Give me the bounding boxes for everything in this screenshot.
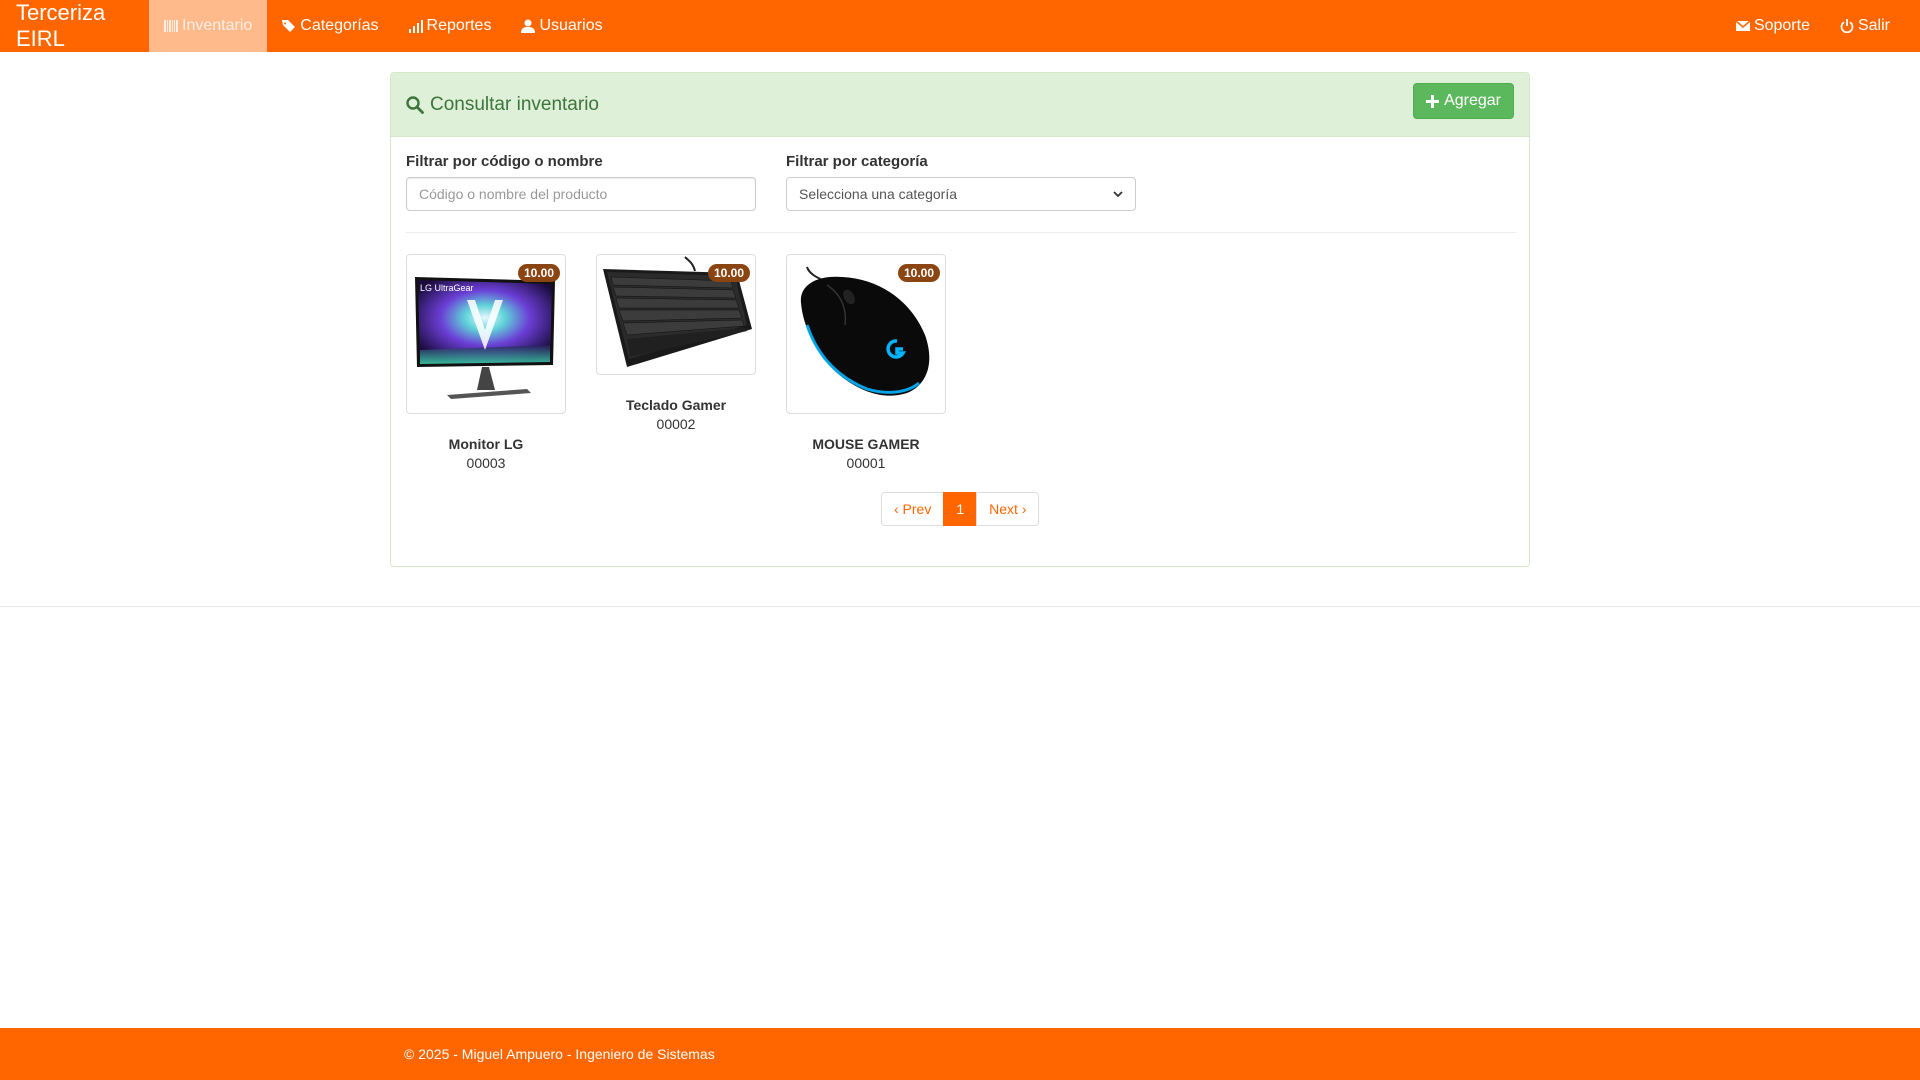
price-badge: 10.00 <box>897 264 940 282</box>
nav-item-label: Salir <box>1857 17 1890 34</box>
pagination-page-1[interactable]: 1 <box>943 492 978 526</box>
product-code: 00001 <box>846 455 886 471</box>
nav-item-label: Usuarios <box>539 17 603 34</box>
code-filter-label: Filtrar por código o nombre <box>406 153 603 170</box>
footer-text: © 2025 - Miguel Ampuero - Ingeniero de S… <box>404 1046 715 1062</box>
divider <box>406 232 1516 233</box>
price-badge: 10.00 <box>707 264 750 282</box>
product-code: 00003 <box>466 455 506 471</box>
panel-title-text: Consultar inventario <box>430 93 599 115</box>
nav-item-soporte[interactable]: Soporte <box>1721 0 1825 52</box>
navbar-right: Soporte Salir <box>1721 0 1920 52</box>
product-name: Monitor LG <box>448 436 524 452</box>
panel-title: Consultar inventario <box>406 94 599 116</box>
nav-item-reportes[interactable]: Reportes <box>394 0 507 52</box>
nav-item-salir[interactable]: Salir <box>1825 0 1920 52</box>
code-search-input[interactable] <box>406 177 756 211</box>
inventory-panel: Consultar inventario Agregar Filtrar por… <box>390 72 1530 567</box>
search-icon <box>406 95 424 114</box>
user-icon <box>521 19 536 33</box>
category-filter-label: Filtrar por categoría <box>786 153 928 170</box>
product-thumbnail[interactable]: LG UltraGear 10.00 <box>406 254 566 414</box>
nav-item-usuarios[interactable]: Usuarios <box>506 0 617 52</box>
nav-item-label: Inventario <box>182 17 253 34</box>
nav-item-categorias[interactable]: Categorías <box>267 0 393 52</box>
nav-item-inventario[interactable]: Inventario <box>149 0 268 52</box>
signal-icon <box>408 20 423 33</box>
barcode-icon <box>164 20 178 32</box>
price-badge: 10.00 <box>517 264 560 282</box>
product-card[interactable]: LG UltraGear 10.00 Monitor LG 00003 <box>406 254 566 471</box>
category-select[interactable]: Selecciona una categoría <box>786 177 1136 211</box>
top-navbar: Terceriza EIRL Inventario Categorías Rep… <box>0 0 1920 52</box>
pagination: ‹ Prev 1 Next › <box>881 492 1040 526</box>
product-name: MOUSE GAMER <box>812 436 920 452</box>
category-filter-group: Filtrar por categoría Selecciona una cat… <box>786 153 1136 211</box>
panel-heading: Consultar inventario Agregar <box>391 73 1529 137</box>
monitor-logo-text: LG UltraGear <box>420 283 474 293</box>
add-button-label: Agregar <box>1444 92 1501 109</box>
nav-item-label: Reportes <box>426 17 492 34</box>
product-card[interactable]: 10.00 MOUSE GAMER 00001 <box>786 254 946 471</box>
power-icon <box>1840 19 1854 33</box>
nav-item-label: Soporte <box>1753 17 1810 34</box>
brand-link[interactable]: Terceriza EIRL <box>0 0 149 52</box>
product-name: Teclado Gamer <box>625 397 727 413</box>
code-filter-group: Filtrar por código o nombre <box>406 153 756 211</box>
add-product-button[interactable]: Agregar <box>1413 83 1514 119</box>
product-card[interactable]: 10.00 Teclado Gamer 00002 <box>596 254 756 432</box>
chevron-down-icon <box>1113 191 1123 198</box>
product-thumbnail[interactable]: 10.00 <box>596 254 756 375</box>
pagination-prev[interactable]: ‹ Prev <box>881 492 945 526</box>
tags-icon <box>282 20 296 32</box>
nav-item-label: Categorías <box>300 17 379 34</box>
footer: © 2025 - Miguel Ampuero - Ingeniero de S… <box>0 1028 1920 1080</box>
content-separator <box>0 606 1920 607</box>
category-selected-value: Selecciona una categoría <box>799 186 957 202</box>
pagination-next[interactable]: Next › <box>976 492 1040 526</box>
product-thumbnail[interactable]: 10.00 <box>786 254 946 414</box>
plus-icon <box>1426 94 1440 108</box>
product-code: 00002 <box>656 416 696 432</box>
envelope-icon <box>1735 20 1750 31</box>
